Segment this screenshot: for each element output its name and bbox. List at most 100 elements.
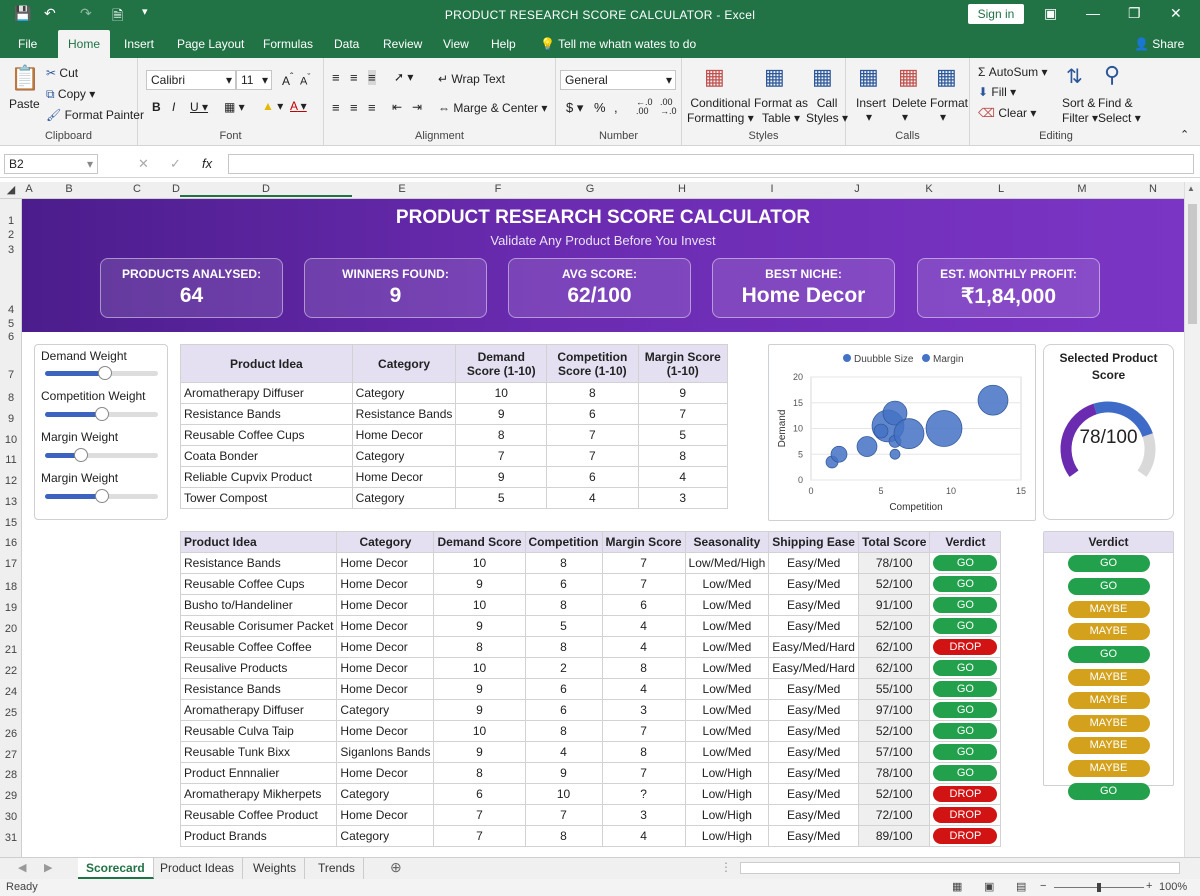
column-header[interactable]: B <box>36 183 102 195</box>
enter-icon[interactable]: ✓ <box>170 156 181 172</box>
ribbon-display-icon[interactable]: ▣ <box>1044 5 1057 22</box>
table-cell[interactable]: 10 <box>433 594 526 616</box>
select-all-corner[interactable]: ◢ <box>0 183 22 196</box>
table-cell[interactable]: Home Decor <box>336 636 435 658</box>
row-header[interactable]: 1 <box>0 215 22 227</box>
column-header[interactable]: H <box>636 183 728 195</box>
scrollbar-thumb[interactable] <box>1188 204 1197 324</box>
sheet-tab-weights[interactable]: Weights <box>245 858 306 879</box>
tab-help[interactable]: Help <box>481 30 526 58</box>
table-cell[interactable]: Easy/Med <box>768 825 859 847</box>
collapse-ribbon-icon[interactable]: ⌃ <box>1180 128 1189 141</box>
table-cell[interactable]: 10 <box>524 783 603 805</box>
row-header[interactable]: 26 <box>0 728 22 740</box>
total-score-cell[interactable]: 52/100 <box>857 615 931 637</box>
table-cell[interactable]: 6 <box>524 699 603 721</box>
table-cell[interactable]: 7 <box>601 552 686 574</box>
name-box[interactable]: B2 ▾ <box>4 154 98 174</box>
demand-weight-slider[interactable] <box>45 366 158 380</box>
table-cell[interactable]: 3 <box>601 699 686 721</box>
column-header[interactable]: D <box>172 183 180 195</box>
margin-weight-slider[interactable] <box>45 448 158 462</box>
table-cell[interactable]: Easy/Med <box>768 741 859 763</box>
total-score-cell[interactable]: 62/100 <box>857 657 931 679</box>
margin-weight-slider-2[interactable] <box>45 489 158 503</box>
row-header[interactable]: 9 <box>0 413 22 425</box>
table-cell[interactable]: Easy/Med <box>768 699 859 721</box>
table-cell[interactable]: Category <box>351 382 457 404</box>
table-cell[interactable]: 7 <box>546 424 639 446</box>
table-cell[interactable]: Resistance Bands <box>179 552 338 574</box>
font-size-select[interactable]: 11 ▾ <box>236 70 272 90</box>
bottom-align-icon[interactable]: ≡ <box>368 70 376 85</box>
table-cell[interactable]: 8 <box>433 762 526 784</box>
table-cell[interactable]: 7 <box>455 445 548 467</box>
row-header[interactable]: 16 <box>0 537 22 549</box>
verdict-cell[interactable]: DROP <box>929 825 1002 847</box>
table-cell[interactable]: 9 <box>433 573 526 595</box>
table-cell[interactable]: Low/Med <box>684 699 770 721</box>
column-header[interactable]: J <box>816 183 898 195</box>
total-score-cell[interactable]: 97/100 <box>857 699 931 721</box>
formula-input[interactable] <box>228 154 1194 174</box>
table-cell[interactable]: 3 <box>637 487 729 509</box>
total-score-cell[interactable]: 52/100 <box>857 720 931 742</box>
table-cell[interactable]: Low/Med/High <box>684 552 770 574</box>
table-cell[interactable]: Reusable Coffee Cups <box>180 424 353 446</box>
table-cell[interactable]: Aromatherapy Diffuser <box>180 382 353 404</box>
row-header[interactable]: 25 <box>0 707 22 719</box>
table-cell[interactable]: Reusable Tunk Bixx <box>179 741 338 763</box>
slider-handle[interactable] <box>94 407 109 421</box>
fill-color-icon[interactable]: ▲ ▾ <box>262 99 283 113</box>
table-cell[interactable]: 8 <box>546 382 639 404</box>
row-header[interactable]: 29 <box>0 790 22 802</box>
table-cell[interactable]: 4 <box>601 636 686 658</box>
table-cell[interactable]: Easy/Med/Hard <box>768 657 859 679</box>
orientation-icon[interactable]: ➚ ▾ <box>394 70 413 84</box>
percent-icon[interactable]: % <box>594 100 606 115</box>
row-header[interactable]: 6 <box>0 331 22 343</box>
table-cell[interactable]: Reusable Coffee Cups <box>179 573 338 595</box>
table-cell[interactable]: Low/High <box>684 825 770 847</box>
table-cell[interactable]: Resistance Bands <box>179 678 338 700</box>
row-header[interactable]: 20 <box>0 623 22 635</box>
verdict-cell[interactable]: GO <box>929 678 1002 700</box>
align-center-icon[interactable]: ≡ <box>350 100 358 115</box>
table-cell[interactable]: Easy/Med <box>768 720 859 742</box>
horizontal-scrollbar[interactable] <box>740 862 1180 874</box>
shrink-font-button[interactable]: Aˇ <box>300 72 310 88</box>
table-cell[interactable]: 8 <box>524 636 603 658</box>
slider-handle[interactable] <box>94 489 109 503</box>
column-header[interactable]: L <box>960 183 1042 195</box>
table-cell[interactable]: 6 <box>601 594 686 616</box>
column-header[interactable]: K <box>898 183 960 195</box>
table-cell[interactable]: 9 <box>433 699 526 721</box>
table-cell[interactable]: Product Ennnalier <box>179 762 338 784</box>
table-cell[interactable]: Easy/Med <box>768 804 859 826</box>
share-button[interactable]: 👤 Share <box>1124 30 1194 58</box>
bold-button[interactable]: B <box>152 100 161 114</box>
table-cell[interactable]: 6 <box>546 403 639 425</box>
sort-filter-button[interactable]: Sort & Filter ▾ <box>1062 96 1098 126</box>
table-cell[interactable]: 7 <box>601 573 686 595</box>
grow-font-button[interactable]: Aˆ <box>282 72 293 88</box>
table-cell[interactable]: 9 <box>524 762 603 784</box>
tab-home[interactable]: Home <box>58 30 111 58</box>
restore-icon[interactable]: ❐ <box>1128 5 1141 22</box>
fill-button[interactable]: ⬇ Fill ▾ <box>978 85 1016 99</box>
conditional-formatting-button[interactable]: Conditional Formatting ▾ <box>687 96 754 126</box>
table-cell[interactable]: Reusalive Products <box>179 657 338 679</box>
currency-icon[interactable]: $ ▾ <box>566 100 583 116</box>
table-cell[interactable]: 7 <box>601 762 686 784</box>
table-cell[interactable]: Home Decor <box>336 678 435 700</box>
tab-file[interactable]: File <box>8 30 47 58</box>
table-cell[interactable]: 5 <box>524 615 603 637</box>
table-cell[interactable]: 7 <box>524 804 603 826</box>
table-cell[interactable]: 8 <box>455 424 548 446</box>
row-header[interactable]: 11 <box>0 454 22 466</box>
verdict-cell[interactable]: GO <box>929 741 1002 763</box>
table-cell[interactable]: 8 <box>601 657 686 679</box>
table-cell[interactable]: Category <box>336 783 435 805</box>
row-header[interactable]: 28 <box>0 769 22 781</box>
total-score-cell[interactable]: 78/100 <box>857 762 931 784</box>
